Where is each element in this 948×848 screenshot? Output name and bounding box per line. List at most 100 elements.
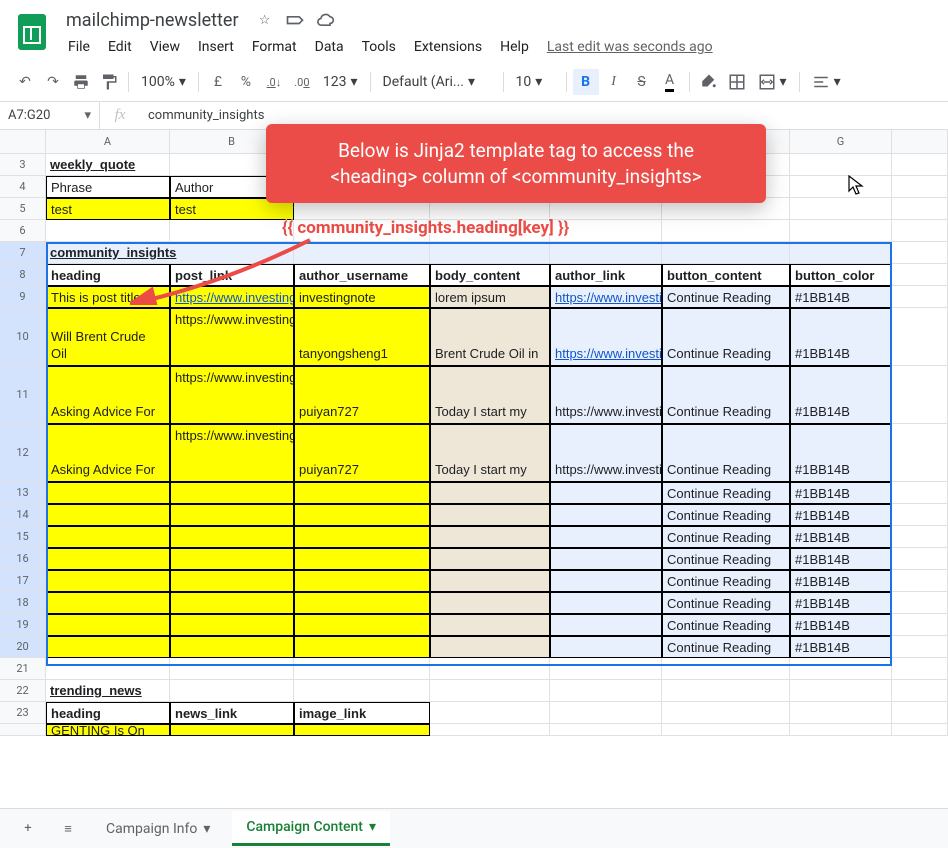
sheet-tab-campaign-content[interactable]: Campaign Content▾	[232, 811, 390, 846]
cell[interactable]: button_color	[790, 264, 892, 286]
cell[interactable]	[662, 658, 790, 680]
cell[interactable]	[430, 592, 550, 614]
cell[interactable]	[550, 592, 662, 614]
cell[interactable]	[790, 198, 892, 220]
cell[interactable]	[170, 680, 294, 702]
star-icon[interactable]: ☆	[255, 11, 275, 31]
cell[interactable]: puiyan727	[294, 424, 430, 482]
row-header[interactable]: 6	[0, 220, 46, 242]
cell[interactable]	[46, 636, 170, 658]
cell[interactable]	[550, 702, 662, 724]
cell[interactable]	[550, 548, 662, 570]
select-all-cell[interactable]	[0, 130, 46, 154]
cell[interactable]: https://www.investingnote	[550, 308, 662, 366]
cell[interactable]	[550, 504, 662, 526]
menu-help[interactable]: Help	[492, 35, 537, 59]
cell[interactable]	[430, 724, 550, 736]
cell[interactable]	[430, 636, 550, 658]
column-header[interactable]: A	[46, 130, 170, 154]
cell[interactable]	[170, 636, 294, 658]
cell[interactable]	[790, 680, 892, 702]
cell[interactable]: GENTING Is On	[46, 724, 170, 736]
cell[interactable]	[294, 526, 430, 548]
row-header[interactable]: 13	[0, 482, 46, 504]
formula-input[interactable]: community_insights	[140, 108, 948, 123]
cell[interactable]: Continue Reading	[662, 504, 790, 526]
cell[interactable]: #1BB14B	[790, 592, 892, 614]
zoom-select[interactable]: 100% ▾	[135, 69, 192, 95]
row-header[interactable]: 5	[0, 198, 46, 220]
cell[interactable]: https://www.investingnote.com/posts/2469…	[170, 424, 294, 482]
cell[interactable]: Continue Reading	[662, 614, 790, 636]
cell[interactable]	[170, 614, 294, 636]
row-header[interactable]: 21	[0, 658, 46, 680]
sheet-tab-campaign-info[interactable]: Campaign Info▾	[92, 813, 224, 845]
font-size-select[interactable]: 10 ▾	[510, 69, 560, 95]
cell[interactable]	[892, 724, 948, 736]
cell[interactable]	[790, 242, 892, 264]
cell[interactable]: news_link	[170, 702, 294, 724]
row-header[interactable]	[0, 724, 46, 736]
sheets-logo[interactable]	[12, 12, 52, 52]
row-header[interactable]: 22	[0, 680, 46, 702]
cell[interactable]	[294, 658, 430, 680]
cell[interactable]	[46, 658, 170, 680]
increase-decimal-button[interactable]: .00	[289, 69, 315, 95]
row-header[interactable]: 19	[0, 614, 46, 636]
cell[interactable]: Continue Reading	[662, 570, 790, 592]
cell[interactable]: image_link	[294, 702, 430, 724]
cell[interactable]	[892, 264, 948, 286]
cell[interactable]	[892, 366, 948, 424]
cell[interactable]: https://www.investingnote.com/posts/2470…	[170, 308, 294, 366]
cell[interactable]	[892, 636, 948, 658]
cell[interactable]	[430, 548, 550, 570]
cell[interactable]	[430, 242, 550, 264]
fill-color-button[interactable]	[696, 69, 722, 95]
cell[interactable]	[46, 592, 170, 614]
menu-tools[interactable]: Tools	[354, 35, 404, 59]
cell[interactable]	[550, 570, 662, 592]
cell[interactable]	[294, 592, 430, 614]
cell[interactable]	[430, 570, 550, 592]
cell[interactable]: Continue Reading	[662, 592, 790, 614]
borders-button[interactable]	[724, 69, 750, 95]
cell[interactable]	[430, 614, 550, 636]
cell[interactable]: body_content	[430, 264, 550, 286]
cell[interactable]: heading	[46, 702, 170, 724]
all-sheets-button[interactable]: ≡	[52, 813, 84, 845]
strikethrough-button[interactable]: S	[629, 69, 655, 95]
menu-data[interactable]: Data	[307, 35, 352, 59]
row-header[interactable]: 8	[0, 264, 46, 286]
row-header[interactable]: 4	[0, 176, 46, 198]
menu-edit[interactable]: Edit	[100, 35, 140, 59]
cell[interactable]: Brent Crude Oil in	[430, 308, 550, 366]
cell[interactable]	[46, 614, 170, 636]
cell[interactable]	[46, 548, 170, 570]
cell[interactable]	[550, 242, 662, 264]
cell[interactable]: #1BB14B	[790, 504, 892, 526]
cell[interactable]	[550, 614, 662, 636]
cell[interactable]: puiyan727	[294, 366, 430, 424]
cell[interactable]: #1BB14B	[790, 482, 892, 504]
currency-button[interactable]: £	[205, 69, 231, 95]
menu-insert[interactable]: Insert	[190, 35, 242, 59]
cell[interactable]	[170, 658, 294, 680]
paint-format-button[interactable]	[96, 69, 122, 95]
cell[interactable]: author_link	[550, 264, 662, 286]
print-button[interactable]	[68, 69, 94, 95]
cell[interactable]	[892, 592, 948, 614]
bold-button[interactable]: B	[573, 69, 599, 95]
column-header[interactable]: G	[790, 130, 892, 154]
cell[interactable]	[892, 614, 948, 636]
cell[interactable]: Continue Reading	[662, 286, 790, 308]
cell[interactable]	[170, 504, 294, 526]
row-header[interactable]: 3	[0, 154, 46, 176]
cell[interactable]	[790, 724, 892, 736]
cell[interactable]	[662, 702, 790, 724]
cell[interactable]	[294, 680, 430, 702]
cell[interactable]	[892, 680, 948, 702]
cell[interactable]	[662, 680, 790, 702]
last-edit-link[interactable]: Last edit was seconds ago	[547, 35, 713, 59]
row-header[interactable]: 17	[0, 570, 46, 592]
cell[interactable]: lorem ipsum	[430, 286, 550, 308]
